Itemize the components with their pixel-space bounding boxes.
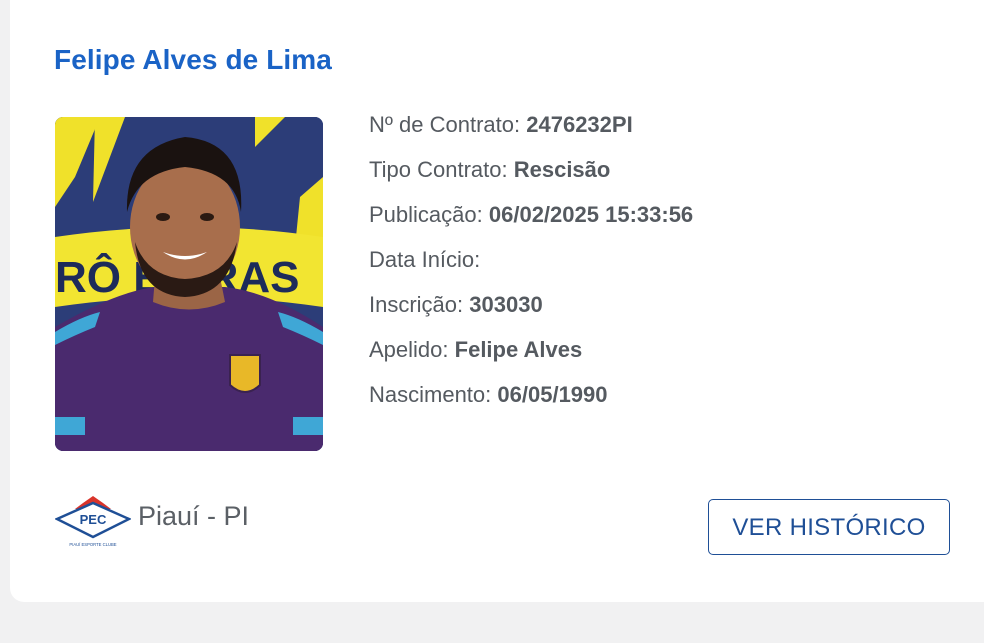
contract-number-label: Nº de Contrato: (369, 112, 521, 137)
player-photo: RÔ E BRAS (55, 117, 323, 451)
birth-value: 06/05/1990 (497, 382, 608, 407)
contract-type-label: Tipo Contrato: (369, 157, 508, 182)
state-name: Piauí - PI (138, 501, 250, 531)
federation-logo: PEC PIAUÍ ESPORTE CLUBE (54, 493, 132, 549)
birth-label: Nascimento: (369, 382, 492, 407)
contract-number-value: 2476232PI (526, 112, 633, 137)
player-card: Felipe Alves de Lima RÔ E BRAS (10, 0, 984, 602)
registration-value: 303030 (469, 292, 543, 317)
publication-value: 06/02/2025 15:33:56 (488, 202, 694, 227)
publication-label: Publicação: (369, 202, 483, 227)
nickname-value: Felipe Alves (454, 337, 583, 362)
contract-number-row: Nº de Contrato: 2476232PI (369, 110, 693, 155)
birth-row: Nascimento: 06/05/1990 (369, 380, 693, 425)
registration-row: Inscrição: 303030 (369, 290, 693, 335)
player-name[interactable]: Felipe Alves de Lima (54, 44, 332, 76)
logo-subtext: PIAUÍ ESPORTE CLUBE (69, 542, 116, 547)
start-date-row: Data Início: (369, 245, 693, 290)
contract-type-row: Tipo Contrato: Rescisão (369, 155, 693, 200)
nickname-row: Apelido: Felipe Alves (369, 335, 693, 380)
logo-text: PEC (80, 512, 107, 527)
publication-row: Publicação: 06/02/2025 15:33:56 (369, 200, 693, 245)
start-date-label: Data Início: (369, 247, 481, 272)
view-history-button[interactable]: VER HISTÓRICO (708, 499, 950, 555)
contract-details: Nº de Contrato: 2476232PI Tipo Contrato:… (369, 110, 693, 425)
nickname-label: Apelido: (369, 337, 449, 362)
registration-label: Inscrição: (369, 292, 464, 317)
contract-type-value: Rescisão (513, 157, 611, 182)
